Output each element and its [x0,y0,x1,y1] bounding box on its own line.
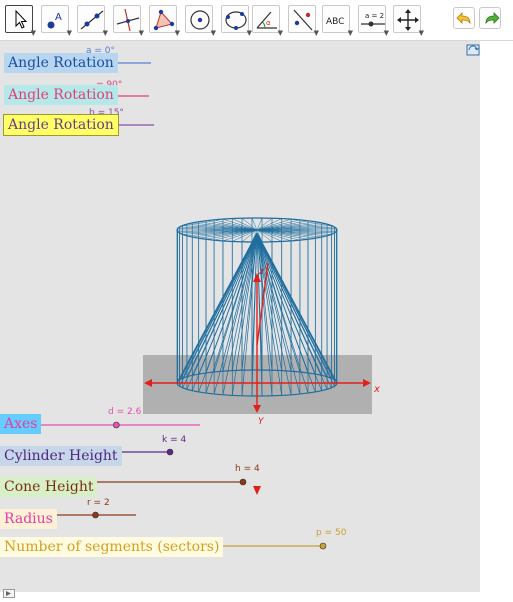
undo-icon[interactable] [453,7,475,29]
cylinder-height-slider-handle [166,448,174,456]
axes-slider-handle [113,421,120,429]
svg-text:A: A [55,12,62,23]
point-icon[interactable]: A ▼ [41,5,72,37]
slider-value-segments: p = 50 [316,528,347,538]
angle-rotation-b-label[interactable]: Angle Rotation [4,85,118,105]
axes-label[interactable]: Axes [0,414,42,434]
x-axis-label: x [374,384,380,395]
slider-icon[interactable]: a = 2 ▼ [358,5,389,37]
text-icon[interactable]: ABC ▼ [322,5,353,37]
cone-segment-edge [198,232,258,375]
circle-through-three-points-icon[interactable]: ▼ [221,5,252,37]
move-pointer-icon[interactable]: ▼ [5,5,36,37]
svg-text:α: α [266,19,271,27]
segments-slider-handle [319,542,327,550]
slider-value-cone-height: h = 4 [235,464,260,474]
slider-value-cylinder-height: k = 4 [162,435,187,445]
right-panel-strip [480,41,513,592]
move-graphics-view-icon[interactable]: ▼ [393,5,424,37]
cone-segment-edge [256,232,316,375]
text-tool-label: ABC [326,17,344,27]
angle-icon[interactable]: α ▼ [252,5,283,37]
angle-rotation-c-label[interactable]: Angle Rotation [3,114,119,136]
cone-height-arrow [253,486,261,495]
z-axis-label: z [259,267,264,277]
y-axis-label: Y [258,417,264,427]
slider-tool-label: a = 2 [365,12,384,20]
angle-rotation-a-label[interactable]: Angle Rotation [4,53,118,73]
style-bar-toggle-icon[interactable] [3,583,15,598]
radius-slider-handle [92,511,99,519]
segments-label[interactable]: Number of segments (sectors) [0,537,224,557]
redo-icon[interactable] [479,7,501,29]
slider-value-axes: d = 2.6 [108,407,142,417]
toolbar: ▼ A ▼ ▼ ▼ ▼ ▼ ▼ α ▼ ▼ ABC ▼ a = 2 ▼ ▼ [0,0,513,41]
line-through-two-points-icon[interactable]: ▼ [77,5,108,37]
cylinder-height-label[interactable]: Cylinder Height [0,446,122,466]
circle-with-center-icon[interactable]: ▼ [185,5,216,37]
cone-height-label[interactable]: Cone Height [0,477,98,497]
perpendicular-line-icon[interactable]: ▼ [113,5,144,37]
polygon-icon[interactable]: ▼ [149,5,180,37]
radius-label[interactable]: Radius [0,509,57,529]
cone-height-slider-handle [239,478,247,486]
slider-value-radius: r = 2 [87,498,110,508]
reflect-about-line-icon[interactable]: ▼ [288,5,319,37]
